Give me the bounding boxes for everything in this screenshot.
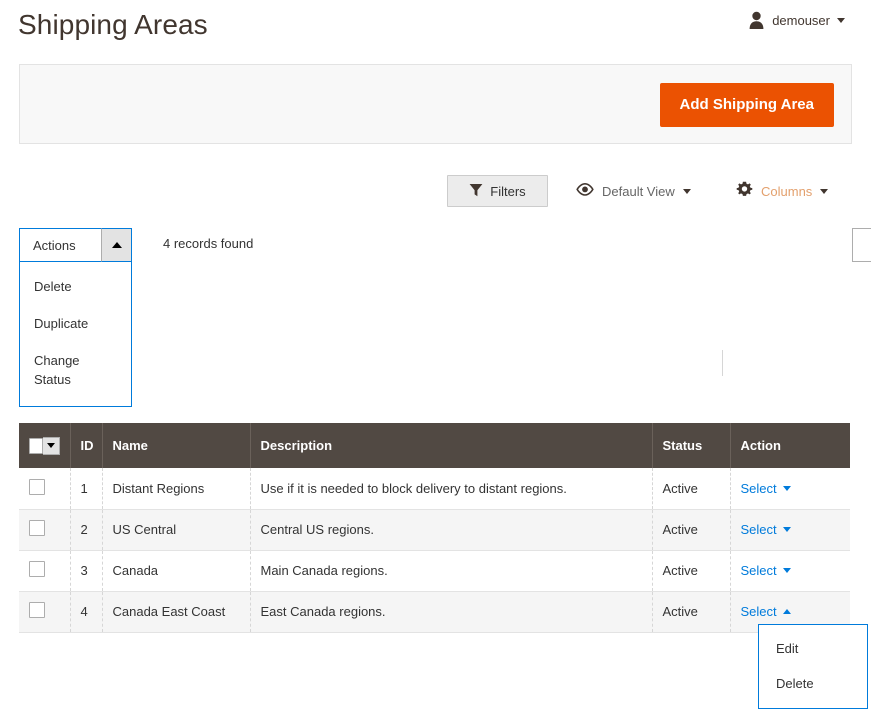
chevron-down-icon bbox=[47, 443, 55, 448]
row-action-label: Select bbox=[741, 481, 777, 496]
user-name: demouser bbox=[772, 13, 830, 28]
cell-status: Active bbox=[652, 509, 730, 550]
grid-toolbar: Actions Delete Duplicate Change Status 4… bbox=[0, 228, 871, 264]
cell-action[interactable]: Select bbox=[730, 550, 850, 591]
cell-description: Central US regions. bbox=[250, 509, 652, 550]
table-body: 1 Distant Regions Use if it is needed to… bbox=[19, 468, 850, 632]
page-title: Shipping Areas bbox=[18, 6, 208, 44]
row-checkbox-cell[interactable] bbox=[19, 468, 70, 509]
cell-description: Use if it is needed to block delivery to… bbox=[250, 468, 652, 509]
row-checkbox[interactable] bbox=[29, 520, 45, 536]
cell-name: Distant Regions bbox=[102, 468, 250, 509]
chevron-down-icon bbox=[783, 486, 791, 491]
row-action-select[interactable]: Select bbox=[741, 481, 791, 496]
table-header-row: ID Name Description Status Action bbox=[19, 423, 850, 468]
filters-label: Filters bbox=[490, 184, 525, 199]
massaction-menu[interactable]: Delete Duplicate Change Status bbox=[19, 262, 132, 407]
chevron-down-icon bbox=[820, 189, 828, 194]
massaction-select[interactable]: Actions bbox=[19, 228, 132, 262]
cell-action[interactable]: Select bbox=[730, 509, 850, 550]
filters-button[interactable]: Filters bbox=[447, 175, 548, 207]
cell-description: East Canada regions. bbox=[250, 591, 652, 632]
per-page-select[interactable]: 20 bbox=[852, 228, 871, 262]
chevron-down-icon bbox=[837, 18, 845, 23]
page-actions-bar: Add Shipping Area bbox=[19, 64, 852, 144]
row-action-item-delete[interactable]: Delete bbox=[759, 666, 867, 701]
th-select-all[interactable] bbox=[19, 423, 70, 468]
funnel-icon bbox=[469, 183, 483, 200]
user-icon bbox=[748, 11, 765, 29]
gear-icon bbox=[736, 181, 753, 201]
row-action-select[interactable]: Select bbox=[741, 522, 791, 537]
cell-status: Active bbox=[652, 468, 730, 509]
row-checkbox[interactable] bbox=[29, 479, 45, 495]
toolbar-divider bbox=[722, 350, 723, 376]
records-found-label: 4 records found bbox=[163, 236, 253, 251]
row-checkbox[interactable] bbox=[29, 602, 45, 618]
cell-id: 1 bbox=[70, 468, 102, 509]
default-view-switcher[interactable]: Default View bbox=[576, 175, 691, 207]
eye-icon bbox=[576, 183, 594, 199]
massaction-label[interactable]: Actions bbox=[19, 228, 101, 262]
th-name[interactable]: Name bbox=[102, 423, 250, 468]
columns-label: Columns bbox=[761, 184, 812, 199]
chevron-down-icon bbox=[783, 568, 791, 573]
admin-grid-page: Shipping Areas demouser Add Shipping Are… bbox=[0, 0, 871, 711]
row-action-item-edit[interactable]: Edit bbox=[759, 631, 867, 666]
massaction-item-duplicate[interactable]: Duplicate bbox=[20, 305, 131, 342]
chevron-down-icon bbox=[683, 189, 691, 194]
cell-description: Main Canada regions. bbox=[250, 550, 652, 591]
th-action: Action bbox=[730, 423, 850, 468]
per-page-value[interactable]: 20 bbox=[852, 228, 871, 262]
select-all-toggle[interactable] bbox=[43, 437, 59, 455]
row-action-select[interactable]: Select bbox=[741, 563, 791, 578]
cell-name: Canada East Coast bbox=[102, 591, 250, 632]
table-row[interactable]: 4 Canada East Coast East Canada regions.… bbox=[19, 591, 850, 632]
table-row[interactable]: 1 Distant Regions Use if it is needed to… bbox=[19, 468, 850, 509]
cell-action[interactable]: Select bbox=[730, 468, 850, 509]
page-header: Shipping Areas demouser bbox=[0, 0, 871, 58]
grid-view-controls: Filters Default View Columns bbox=[0, 172, 871, 210]
table-row[interactable]: 2 US Central Central US regions. Active … bbox=[19, 509, 850, 550]
row-action-select-open[interactable]: Select bbox=[741, 604, 791, 619]
data-grid: ID Name Description Status Action 1 Dist… bbox=[19, 423, 850, 633]
cell-status: Active bbox=[652, 591, 730, 632]
row-checkbox-cell[interactable] bbox=[19, 509, 70, 550]
cell-id: 3 bbox=[70, 550, 102, 591]
row-action-label: Select bbox=[741, 604, 777, 619]
cell-name: US Central bbox=[102, 509, 250, 550]
cell-name: Canada bbox=[102, 550, 250, 591]
row-action-label: Select bbox=[741, 563, 777, 578]
default-view-label: Default View bbox=[602, 184, 675, 199]
columns-control[interactable]: Columns bbox=[736, 175, 828, 207]
add-shipping-area-button[interactable]: Add Shipping Area bbox=[660, 83, 834, 127]
massaction-toggle[interactable] bbox=[101, 228, 132, 262]
user-menu[interactable]: demouser bbox=[748, 7, 845, 33]
table-row[interactable]: 3 Canada Main Canada regions. Active Sel… bbox=[19, 550, 850, 591]
massaction-item-delete[interactable]: Delete bbox=[20, 268, 131, 305]
cell-id: 2 bbox=[70, 509, 102, 550]
th-id[interactable]: ID bbox=[70, 423, 102, 468]
row-checkbox-cell[interactable] bbox=[19, 591, 70, 632]
row-action-menu[interactable]: Edit Delete bbox=[758, 624, 868, 709]
chevron-up-icon bbox=[112, 242, 122, 248]
chevron-up-icon bbox=[783, 609, 791, 614]
row-checkbox[interactable] bbox=[29, 561, 45, 577]
row-checkbox-cell[interactable] bbox=[19, 550, 70, 591]
select-all-checkbox[interactable] bbox=[29, 438, 43, 454]
cell-status: Active bbox=[652, 550, 730, 591]
cell-id: 4 bbox=[70, 591, 102, 632]
massaction-item-change-status[interactable]: Change Status bbox=[20, 342, 131, 398]
row-action-label: Select bbox=[741, 522, 777, 537]
th-description[interactable]: Description bbox=[250, 423, 652, 468]
th-status[interactable]: Status bbox=[652, 423, 730, 468]
chevron-down-icon bbox=[783, 527, 791, 532]
